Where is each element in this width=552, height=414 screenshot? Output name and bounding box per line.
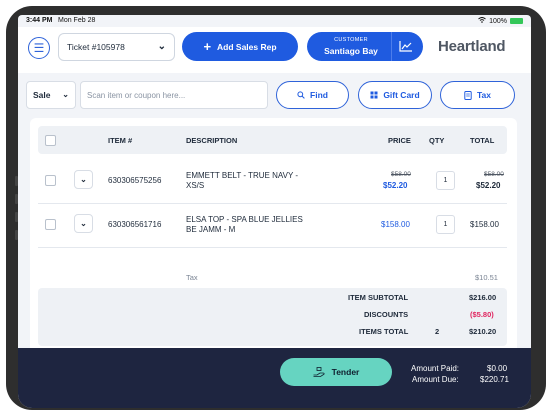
col-total: TOTAL [470, 136, 495, 145]
item-number: 630306561716 [108, 220, 162, 229]
table-header: ITEM # DESCRIPTION PRICE QTY TOTAL [38, 126, 507, 154]
receipt-icon [464, 90, 472, 100]
find-label: Find [310, 90, 328, 100]
chevron-down-icon: ⌄ [62, 90, 69, 99]
row-checkbox[interactable] [45, 219, 56, 230]
ticket-label: Ticket #105978 [67, 42, 125, 52]
discounts-label: DISCOUNTS [364, 310, 409, 319]
gift-card-icon [370, 91, 378, 99]
qty-value: 1 [443, 221, 448, 228]
app-screen: 3:44 PM Mon Feb 28 100% ☰ Ticket #105978… [18, 15, 531, 408]
chevron-down-icon: ⌄ [157, 41, 166, 52]
add-sales-rep-label: Add Sales Rep [217, 41, 277, 52]
wifi-icon [478, 17, 486, 25]
original-total: $58.00 [484, 171, 504, 178]
heartland-logo: Heartland [438, 38, 506, 55]
item-total: $52.20 [476, 181, 501, 190]
items-total-count: 2 [435, 327, 440, 336]
status-date: Mon Feb 28 [58, 17, 96, 24]
tender-hand-icon [313, 367, 325, 377]
tax-button[interactable]: Tax [440, 81, 515, 109]
item-price: $52.20 [383, 181, 408, 190]
discounts-value: ($5.80) [470, 310, 494, 319]
item-number: 630306575256 [108, 176, 162, 185]
item-price: $158.00 [381, 220, 410, 229]
tax-label: Tax [186, 273, 198, 282]
item-description: ELSA TOP - SPA BLUE JELLIES BE JAMM - M [186, 215, 303, 235]
divider [391, 32, 392, 61]
battery-icon [510, 18, 523, 24]
sale-mode-select[interactable]: Sale ⌄ [26, 81, 76, 109]
tax-label: Tax [476, 90, 492, 100]
item-subtotal-value: $216.00 [469, 293, 497, 302]
customer-name: Santiago Bay [324, 46, 378, 56]
description-line: XS/S [186, 181, 205, 190]
gift-card-button[interactable]: Gift Card [358, 81, 432, 109]
description-line: BE JAMM - M [186, 225, 236, 234]
table-row[interactable]: ⌄ 630306575256 EMMETT BELT - TRUE NAVY -… [38, 159, 507, 204]
items-total-label: ITEMS TOTAL [359, 327, 409, 336]
scan-item-input[interactable] [80, 81, 268, 109]
row-checkbox[interactable] [45, 175, 56, 186]
status-time: 3:44 PM [26, 17, 53, 24]
cart-card: ITEM # DESCRIPTION PRICE QTY TOTAL ⌄ 630… [30, 118, 517, 348]
amount-paid-label: Amount Paid: [411, 364, 460, 373]
customer-button[interactable]: CUSTOMER Santiago Bay [307, 32, 423, 61]
tender-label: Tender [331, 367, 360, 377]
original-price: $58.00 [391, 171, 411, 178]
col-description: DESCRIPTION [186, 136, 238, 145]
search-toolbar: Sale ⌄ Find Gift Card Tax [18, 81, 531, 111]
tender-button[interactable]: Tender [280, 358, 392, 386]
totals-panel: ITEM SUBTOTAL $216.00 DISCOUNTS ($5.80) … [38, 288, 507, 346]
amount-due-label: Amount Due: [412, 375, 459, 384]
ticket-selector[interactable]: Ticket #105978 ⌄ [58, 33, 175, 61]
description-line: EMMETT BELT - TRUE NAVY - [186, 171, 299, 180]
hamburger-icon: ☰ [33, 41, 45, 55]
amount-due-value: $220.71 [480, 375, 509, 384]
qty-field[interactable]: 1 [436, 171, 455, 190]
select-all-checkbox[interactable] [45, 135, 56, 146]
search-icon [297, 91, 305, 99]
menu-button[interactable]: ☰ [28, 37, 50, 59]
customer-caption: CUSTOMER [334, 37, 368, 43]
chevron-down-icon: ⌄ [80, 175, 87, 184]
status-bar: 3:44 PM Mon Feb 28 100% [18, 15, 531, 27]
qty-value: 1 [443, 177, 448, 184]
items-total-value: $210.20 [469, 327, 497, 336]
col-qty: QTY [429, 136, 445, 145]
footer-bar: Tender Amount Paid: $0.00 Amount Due: $2… [18, 348, 531, 408]
row-expand-button[interactable]: ⌄ [74, 170, 93, 189]
plus-icon: + [203, 39, 212, 54]
description-line: ELSA TOP - SPA BLUE JELLIES [186, 215, 303, 224]
tax-row: Tax $10.51 [38, 264, 507, 288]
amount-paid-value: $0.00 [487, 364, 508, 373]
find-button[interactable]: Find [276, 81, 349, 109]
item-total: $158.00 [470, 220, 499, 229]
chart-icon[interactable] [399, 40, 413, 52]
chevron-down-icon: ⌄ [80, 219, 87, 228]
qty-field[interactable]: 1 [436, 215, 455, 234]
col-item: ITEM # [108, 136, 133, 145]
add-sales-rep-button[interactable]: + Add Sales Rep [182, 32, 298, 61]
sale-mode-label: Sale [33, 90, 51, 100]
col-price: PRICE [388, 136, 411, 145]
item-description: EMMETT BELT - TRUE NAVY - XS/S [186, 171, 298, 191]
item-subtotal-label: ITEM SUBTOTAL [348, 293, 409, 302]
tax-value: $10.51 [475, 273, 498, 282]
table-row[interactable]: ⌄ 630306561716 ELSA TOP - SPA BLUE JELLI… [38, 203, 507, 248]
gift-card-label: Gift Card [383, 90, 420, 100]
row-expand-button[interactable]: ⌄ [74, 214, 93, 233]
top-header: ☰ Ticket #105978 ⌄ + Add Sales Rep CUSTO… [18, 27, 531, 73]
battery-percent: 100% [489, 17, 507, 25]
